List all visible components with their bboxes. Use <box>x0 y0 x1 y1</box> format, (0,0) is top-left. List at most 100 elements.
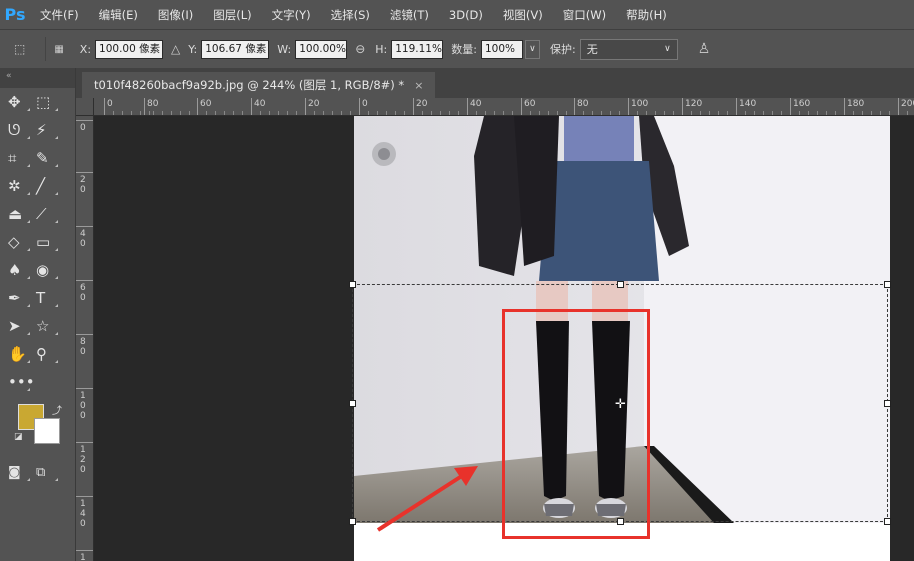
stamp-tool-icon[interactable]: ⏏ <box>8 202 36 226</box>
ruler-tick <box>305 98 306 115</box>
eraser-tool-icon[interactable]: ◇ <box>8 230 36 254</box>
ruler-minor-tick <box>808 111 809 115</box>
quick-mask-icon[interactable]: ◙ <box>8 460 36 484</box>
options-bar: ⬚ ▦ X: 100.00 像素 △ Y: 106.67 像素 W: 100.0… <box>0 29 914 68</box>
x-input[interactable]: 100.00 像素 <box>95 39 164 59</box>
ruler-label: 0 <box>362 99 368 109</box>
marquee-tool-icon[interactable]: ⬚ <box>36 90 64 114</box>
ruler-label: 140 <box>80 499 86 529</box>
type-tool-icon[interactable]: T <box>36 286 64 310</box>
menu-edit[interactable]: 编辑(E) <box>89 7 148 23</box>
ruler-tick <box>76 496 93 497</box>
ruler-label: 0 <box>80 123 86 133</box>
ruler-tick <box>574 98 575 115</box>
zoom-tool-icon[interactable]: ⚲ <box>36 342 64 366</box>
h-input[interactable]: 119.11% <box>391 39 444 59</box>
ruler-minor-tick <box>619 111 620 115</box>
ruler-label: 80 <box>147 99 159 109</box>
ruler-minor-tick <box>140 111 141 115</box>
ruler-minor-tick <box>422 111 423 115</box>
ruler-minor-tick <box>494 111 495 115</box>
ruler-tick <box>76 172 93 173</box>
healing-brush-tool-icon[interactable]: ✲ <box>8 174 36 198</box>
menu-layer[interactable]: 图层(L) <box>203 7 261 23</box>
delta-icon[interactable]: △ <box>171 42 180 56</box>
hand-tool-icon[interactable]: ✋ <box>8 342 36 366</box>
menu-select[interactable]: 选择(S) <box>321 7 380 23</box>
transform-handle-top-right[interactable] <box>884 281 891 288</box>
eyedropper-tool-icon[interactable]: ✎ <box>36 146 64 170</box>
ruler-corner[interactable] <box>76 98 94 116</box>
ruler-minor-tick <box>601 111 602 115</box>
ruler-tick <box>76 120 93 121</box>
transform-handle-bottom-right[interactable] <box>884 518 891 525</box>
menu-bar: Ps 文件(F) 编辑(E) 图像(I) 图层(L) 文字(Y) 选择(S) 滤… <box>0 0 914 29</box>
ruler-label: 100 <box>80 391 86 421</box>
menu-3d[interactable]: 3D(D) <box>439 8 493 22</box>
menu-help[interactable]: 帮助(H) <box>616 7 677 23</box>
menu-file[interactable]: 文件(F) <box>30 7 89 23</box>
w-input[interactable]: 100.00% <box>295 39 348 59</box>
default-colors-icon[interactable]: ◪ <box>14 432 23 442</box>
ruler-minor-tick <box>709 111 710 115</box>
ruler-label: 160 <box>793 99 811 109</box>
menu-type[interactable]: 文字(Y) <box>262 7 321 23</box>
background-color-swatch[interactable] <box>34 418 60 444</box>
menu-view[interactable]: 视图(V) <box>493 7 553 23</box>
more-tools-icon[interactable]: ••• <box>8 370 36 394</box>
ruler-tick <box>844 98 845 115</box>
ruler-minor-tick <box>655 111 656 115</box>
vertical-ruler[interactable]: 0 20 40 60 80 100 120 140 1 <box>76 116 94 561</box>
reference-point-icon[interactable]: ▦ <box>54 44 63 55</box>
ruler-minor-tick <box>718 111 719 115</box>
panel-collapse-icon[interactable]: « <box>0 68 75 88</box>
ruler-minor-tick <box>583 111 584 115</box>
ruler-label: 120 <box>80 445 86 475</box>
blur-tool-icon[interactable]: ♠ <box>8 258 36 282</box>
menu-window[interactable]: 窗口(W) <box>553 7 616 23</box>
ruler-tick <box>144 98 145 115</box>
protect-select[interactable]: 无 ∨ <box>579 38 678 60</box>
magic-wand-tool-icon[interactable]: ⚡ <box>36 118 64 142</box>
menu-filter[interactable]: 滤镜(T) <box>380 7 439 23</box>
transform-handle-top-center[interactable] <box>617 281 624 288</box>
path-selection-tool-icon[interactable]: ➤ <box>8 314 36 338</box>
y-input[interactable]: 106.67 像素 <box>201 39 270 59</box>
transform-handle-middle-right[interactable] <box>884 400 891 407</box>
ruler-minor-tick <box>817 111 818 115</box>
lasso-tool-icon[interactable]: ᘎ <box>8 118 36 142</box>
transform-handle-top-left[interactable] <box>349 281 356 288</box>
ruler-tick <box>736 98 737 115</box>
ruler-label: 140 <box>739 99 757 109</box>
ruler-minor-tick <box>512 111 513 115</box>
move-tool-icon[interactable]: ✥ <box>8 90 36 114</box>
ruler-tick <box>467 98 468 115</box>
document-tab[interactable]: t010f48260bacf9a92b.jpg @ 244% (图层 1, RG… <box>82 72 436 98</box>
chevron-down-icon[interactable]: ∨ <box>524 39 540 59</box>
skin-tone-icon[interactable]: ♙ <box>698 41 711 57</box>
dodge-tool-icon[interactable]: ◉ <box>36 258 64 282</box>
transform-handle-bottom-left[interactable] <box>349 518 356 525</box>
crop-tool-icon[interactable]: ⌗ <box>8 146 36 170</box>
ruler-label: 60 <box>80 283 86 303</box>
swap-colors-icon[interactable]: ⤴ <box>52 402 62 417</box>
ruler-minor-tick <box>395 111 396 115</box>
ruler-minor-tick <box>296 111 297 115</box>
link-icon[interactable]: ⊖ <box>355 42 365 56</box>
close-icon[interactable]: × <box>414 79 423 92</box>
ruler-minor-tick <box>431 111 432 115</box>
transform-handle-middle-left[interactable] <box>349 400 356 407</box>
ruler-minor-tick <box>122 111 123 115</box>
horizontal-ruler[interactable]: 080604020020406080100120140160180200 <box>94 98 914 116</box>
ruler-minor-tick <box>440 111 441 115</box>
screen-mode-icon[interactable]: ⧉ <box>36 460 64 484</box>
gradient-tool-icon[interactable]: ▭ <box>36 230 64 254</box>
menu-image[interactable]: 图像(I) <box>148 7 203 23</box>
pen-tool-icon[interactable]: ✒ <box>8 286 36 310</box>
brush-tool-icon[interactable]: ╱ <box>36 174 64 198</box>
shape-tool-icon[interactable]: ☆ <box>36 314 64 338</box>
history-brush-tool-icon[interactable]: ⟋ <box>36 202 64 226</box>
ruler-minor-tick <box>646 111 647 115</box>
amount-input[interactable]: 100% <box>480 39 523 59</box>
tool-row: ✒ T <box>0 284 75 312</box>
